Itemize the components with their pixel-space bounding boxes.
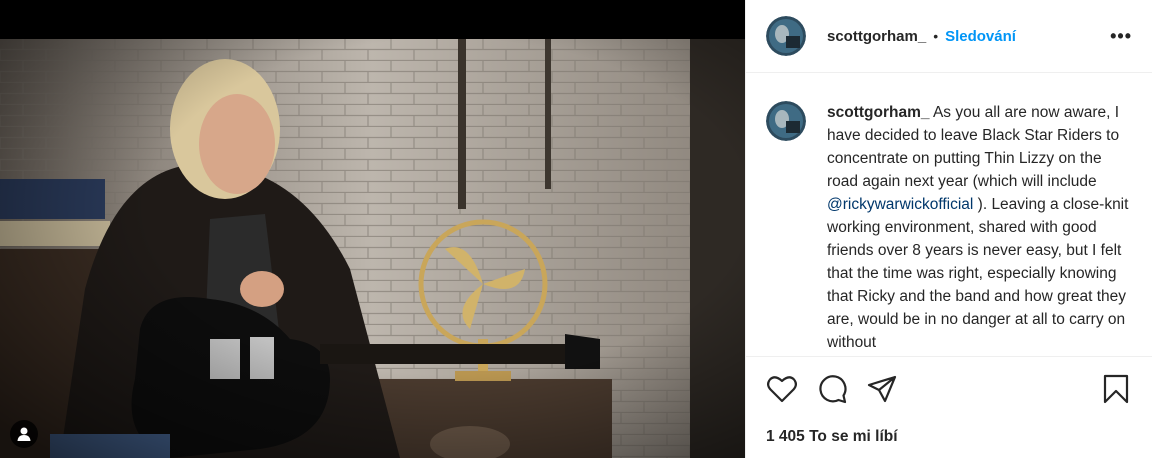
more-options-button[interactable]: ••• — [1110, 26, 1132, 47]
post-photo[interactable] — [0, 39, 745, 458]
separator-dot: • — [933, 28, 939, 44]
post-username[interactable]: scottgorham_ — [827, 28, 926, 45]
comment-button[interactable] — [816, 373, 848, 405]
action-bar — [746, 356, 1152, 420]
like-button[interactable] — [766, 373, 798, 405]
user-icon — [17, 427, 31, 441]
likes-number: 1 405 — [766, 428, 805, 445]
caption-body-end: ). Leaving a close-knit working environm… — [827, 196, 1129, 351]
avatar[interactable] — [766, 16, 806, 56]
heart-icon — [767, 375, 797, 402]
mention-link[interactable]: @rickywarwickofficial — [827, 196, 973, 213]
caption-text: scottgorham_ As you all are now aware, I… — [827, 101, 1132, 356]
tagged-user-button[interactable] — [10, 420, 38, 448]
post-media — [0, 0, 745, 458]
follow-button[interactable]: Sledování — [945, 28, 1016, 45]
bookmark-icon — [1103, 374, 1129, 403]
likes-label: To se mi líbí — [809, 428, 898, 445]
save-button[interactable] — [1100, 373, 1132, 405]
post-header: scottgorham_ • Sledování ••• — [746, 0, 1152, 73]
caption-section: scottgorham_ As you all are now aware, I… — [746, 73, 1152, 356]
caption-username[interactable]: scottgorham_ — [827, 104, 930, 121]
post-sidebar: scottgorham_ • Sledování ••• scottgorham… — [745, 0, 1152, 458]
share-icon — [867, 375, 897, 402]
comment-icon — [819, 374, 847, 403]
caption-avatar[interactable] — [766, 101, 806, 141]
share-button[interactable] — [866, 373, 898, 405]
likes-count[interactable]: 1 405 To se mi líbí — [766, 428, 898, 446]
